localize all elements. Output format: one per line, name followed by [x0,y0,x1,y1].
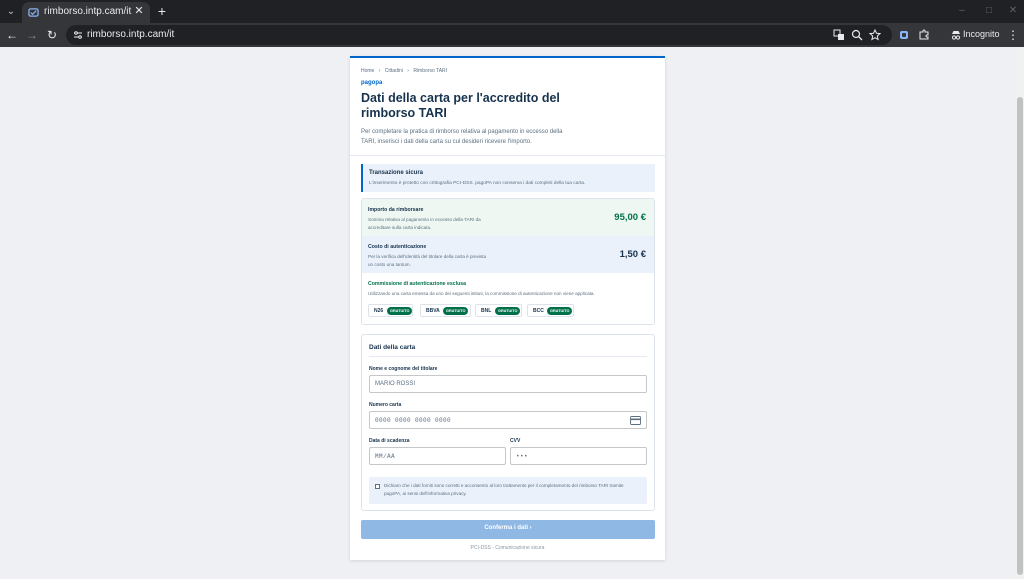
consent-box: Dichiaro che i dati forniti sono corrett… [369,477,647,504]
bank-chip-bnl: BNL GRATUITO [475,304,522,317]
page-title: Dati della carta per l'accredito del rim… [361,91,560,120]
minimize-icon[interactable]: – [957,6,967,16]
bookmark-star-icon[interactable] [869,29,881,41]
secure-text: L'inserimento è protetto con crittografi… [369,181,586,186]
breadcrumb: Home › Cittadini › Rimborso TARI [361,68,450,74]
free-badge: GRATUITO [443,307,469,315]
breadcrumb-cittadini[interactable]: Cittadini [385,68,403,74]
free-badge: GRATUITO [387,307,413,315]
cvv-input[interactable]: ••• [510,447,647,465]
breadcrumb-separator: › [407,68,409,74]
browser-tab[interactable]: rimborso.intp.cam/it ✕ [22,2,150,23]
puzzle-icon[interactable] [918,29,930,41]
bank-chip-n26: N26 GRATUITO [368,304,413,317]
card-number-label: Numero carta [369,402,402,408]
close-tab-icon[interactable]: ✕ [133,5,145,17]
bank-name: BBVA [426,308,440,314]
forward-arrow-icon[interactable]: → [24,27,40,43]
cvv-placeholder: ••• [516,453,529,460]
incognito-indicator[interactable]: Incognito [945,26,1000,44]
form-title: Dati della carta [369,344,416,351]
intro-text: Per completare la pratica di rimborso re… [361,129,563,145]
page-viewport: Home › Cittadini › Rimborso TARI pagopa … [0,47,1016,579]
site-info-icon[interactable] [72,29,84,41]
auth-cost-row: Costo di autenticazione Per la verifica … [362,236,654,273]
tab-search-icon[interactable]: ⌄ [4,5,18,19]
secure-transaction-notice: Transazione sicura L'inserimento è prote… [361,164,655,192]
bank-name: BNL [481,308,492,314]
breadcrumb-current: Rimborso TARI [413,68,448,74]
free-badge: GRATUITO [547,307,573,315]
holder-label: Nome e cognome del titolare [369,366,438,372]
incognito-icon [951,31,961,40]
back-arrow-icon[interactable]: ← [4,27,20,43]
refund-row: Importo da rimborsare Somma relativa al … [362,199,654,236]
free-badge: GRATUITO [495,307,521,315]
expiry-label: Data di scadenza [369,438,410,444]
card-number-input[interactable]: 0000 0000 0000 0000 [369,411,647,429]
incognito-label: Incognito [963,29,1000,39]
commission-title: Commissione di autenticazione esclusa [368,281,467,287]
security-footer-note: PCI-DSS · Comunicazione sicura [470,545,545,551]
holder-name-placeholder: MARIO ROSSI [375,381,416,387]
expiry-placeholder: MM/AA [375,453,396,460]
address-bar[interactable]: rimborso.intp.cam/it [66,25,892,45]
page-scrollbar[interactable] [1016,47,1024,579]
auth-cost-label: Costo di autenticazione [368,244,427,250]
expiry-input[interactable]: MM/AA [369,447,506,465]
browser-toolbar: ← → ↻ rimborso.intp.cam/it Incognito ⋮ [0,23,1024,47]
confirm-button[interactable]: Conferma i dati › [361,520,655,539]
refund-label: Importo da rimborsare [368,207,424,213]
refund-card-panel: Home › Cittadini › Rimborso TARI pagopa … [350,56,665,560]
bank-name: BCC [533,308,544,314]
close-window-icon[interactable]: ✕ [1008,6,1018,16]
new-tab-icon[interactable]: + [155,4,169,18]
url-text: rimborso.intp.cam/it [87,29,175,40]
amount-summary: Importo da rimborsare Somma relativa al … [361,198,655,325]
bank-chip-bbva: BBVA GRATUITO [420,304,471,317]
holder-name-input[interactable]: MARIO ROSSI [369,375,647,393]
brand-logo: pagopa [361,80,383,86]
refund-description: Somma relativa al pagamento in eccesso d… [368,217,481,230]
credit-card-icon [630,416,641,425]
site-favicon-icon [28,8,39,17]
auth-cost-amount: 1,50 € [619,249,646,260]
breadcrumb-separator: › [378,68,381,74]
secure-title: Transazione sicura [369,170,424,176]
bank-chip-bcc: BCC GRATUITO [527,304,574,317]
refund-amount: 95,00 € [614,212,646,223]
commission-description: Utilizzando una carta emessa da uno dei … [368,291,595,296]
confirm-button-label: Conferma i dati › [484,525,532,531]
scrollbar-thumb[interactable] [1017,97,1023,575]
menu-kebab-icon[interactable]: ⋮ [1007,27,1019,43]
zoom-icon[interactable] [851,29,863,41]
breadcrumb-home[interactable]: Home [361,68,374,74]
auth-cost-description: Per la verifica dell'identità del titola… [368,254,487,267]
extension-icon[interactable] [898,29,910,41]
bank-name: N26 [374,308,384,314]
card-number-placeholder: 0000 0000 0000 0000 [375,417,452,424]
cvv-label: CVV [510,438,521,444]
divider [350,155,665,156]
divider [369,356,647,357]
maximize-icon[interactable]: □ [984,6,994,16]
browser-tab-bar: ⌄ rimborso.intp.cam/it ✕ + – □ ✕ [0,0,1024,23]
tab-title: rimborso.intp.cam/it [44,6,132,17]
reload-icon[interactable]: ↻ [44,27,60,43]
consent-text: Dichiaro che i dati forniti sono corrett… [384,483,624,496]
consent-checkbox[interactable] [375,484,380,489]
translate-icon[interactable] [833,29,845,41]
card-details-form: Dati della carta Nome e cognome del tito… [361,334,655,511]
